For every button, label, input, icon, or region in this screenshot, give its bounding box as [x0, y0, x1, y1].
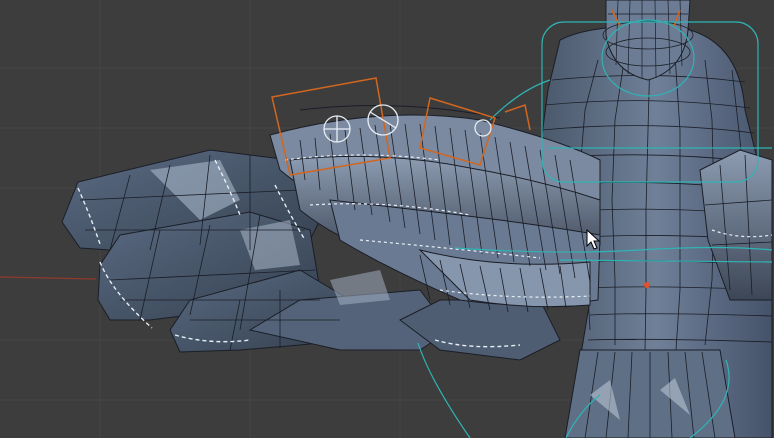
pivot-dot-icon[interactable]: [644, 282, 650, 288]
bird-tail-mesh[interactable]: [564, 349, 736, 438]
3d-viewport[interactable]: [0, 0, 774, 438]
x-axis-line: [0, 276, 97, 280]
viewport-canvas[interactable]: [0, 0, 774, 438]
